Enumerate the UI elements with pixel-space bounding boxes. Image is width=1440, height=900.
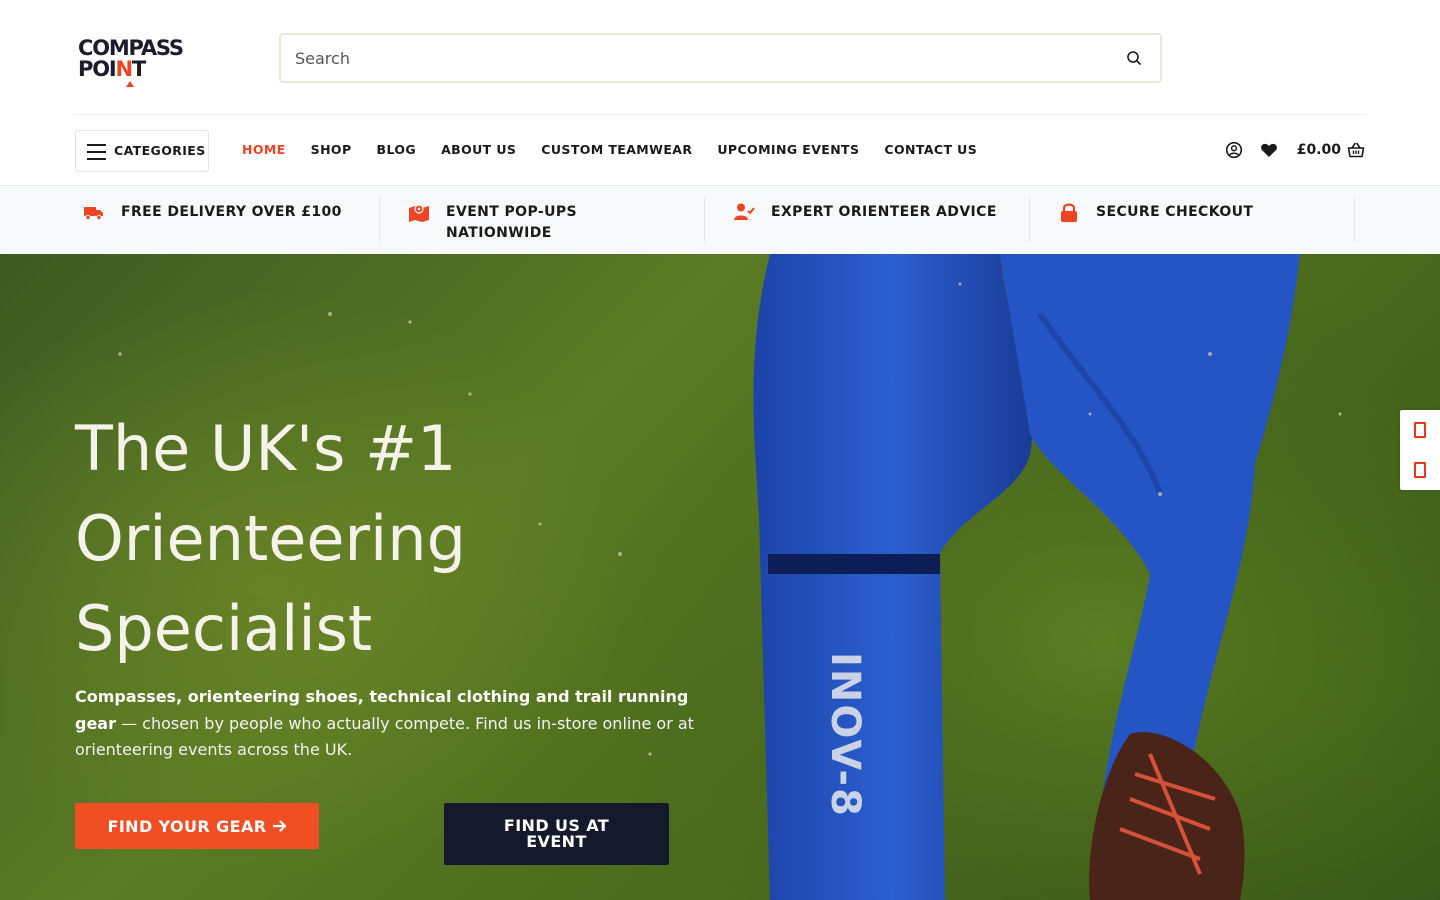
logo-line-2: POINT [78,57,146,81]
categories-button[interactable]: CATEGORIES [75,130,209,172]
search-bar [279,33,1162,83]
usp-text: SECURE CHECKOUT [1096,204,1254,220]
nav-item-blog[interactable]: BLOG [377,142,417,157]
usp-bar: FREE DELIVERY OVER £100 EVENT POP-UPS NA… [0,187,1440,254]
nav-icons: £0.00 [1208,141,1365,159]
svg-text:INOV-8: INOV-8 [822,652,868,818]
arrow-right-icon [272,820,286,832]
usp-text: EXPERT ORIENTEER ADVICE [771,204,997,220]
side-floating-widget [1400,410,1440,490]
usp-secure-checkout: SECURE CHECKOUT [1050,187,1355,254]
usp-text: EVENT POP-UPS NATIONWIDE [446,204,578,241]
hero-title: The UK's #1 Orienteering Specialist [75,412,466,665]
cart-total[interactable]: £0.00 [1297,142,1341,158]
logo-pin-icon [126,81,134,87]
user-check-icon [734,203,755,220]
usp-text: FREE DELIVERY OVER £100 [121,204,342,220]
wishlist-side-icon[interactable] [1414,422,1426,438]
find-us-at-event-label: FIND US AT EVENT [503,816,610,851]
hero-description: Compasses, orienteering shoes, technical… [75,684,715,764]
nav-menu: HOME SHOP BLOG ABOUT US CUSTOM TEAMWEAR … [242,142,1002,157]
usp-expert-advice: EXPERT ORIENTEER ADVICE [725,187,1030,254]
compare-side-icon[interactable] [1414,462,1426,478]
nav-item-home[interactable]: HOME [242,142,286,157]
heart-icon[interactable] [1260,141,1278,159]
hero-description-rest: — chosen by people who actually compete.… [75,713,694,760]
header: COMPASS POINT [0,0,1440,115]
nav-item-upcoming-events[interactable]: UPCOMING EVENTS [717,142,859,157]
hamburger-icon [87,144,106,160]
nav-item-shop[interactable]: SHOP [311,142,352,157]
nav-item-about-us[interactable]: ABOUT US [441,142,516,157]
user-icon[interactable] [1225,141,1243,159]
nav-item-contact-us[interactable]: CONTACT US [884,142,977,157]
lock-icon [1061,203,1077,222]
find-your-gear-button[interactable]: FIND YOUR GEAR [75,803,319,849]
search-icon[interactable] [1126,50,1142,66]
nav-item-custom-teamwear[interactable]: CUSTOM TEAMWEAR [541,142,692,157]
find-us-at-event-button[interactable]: FIND US AT EVENT [444,803,669,865]
logo-line-1: COMPASS [78,36,184,60]
categories-label: CATEGORIES [114,143,206,158]
logo[interactable]: COMPASS POINT [78,38,188,88]
usp-free-delivery: FREE DELIVERY OVER £100 [75,187,380,254]
hero-banner: INOV-8 The UK's #1 Orienteering Speciali… [0,254,1440,900]
usp-event-popups: EVENT POP-UPS NATIONWIDE [400,187,705,254]
search-input[interactable] [295,45,1095,71]
truck-icon [84,207,103,221]
map-pin-icon [409,204,429,222]
basket-icon[interactable] [1347,141,1365,159]
find-your-gear-label: FIND YOUR GEAR [107,816,267,836]
main-nav: CATEGORIES HOME SHOP BLOG ABOUT US CUSTO… [0,115,1440,186]
